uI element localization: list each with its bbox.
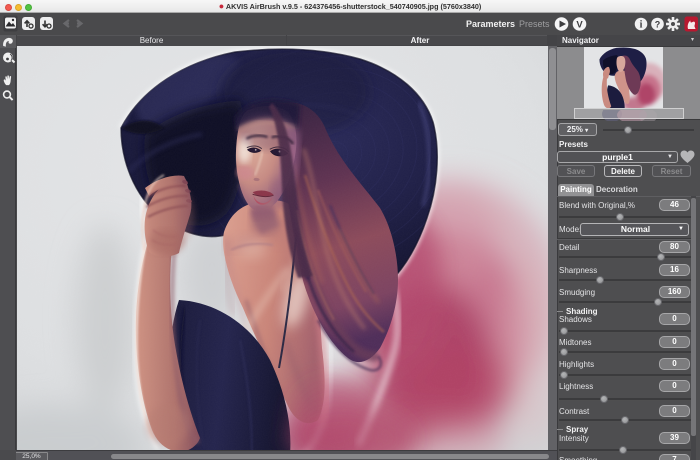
svg-text:V: V	[576, 19, 583, 30]
svg-text:i: i	[640, 20, 643, 31]
svg-text:?: ?	[655, 19, 661, 29]
